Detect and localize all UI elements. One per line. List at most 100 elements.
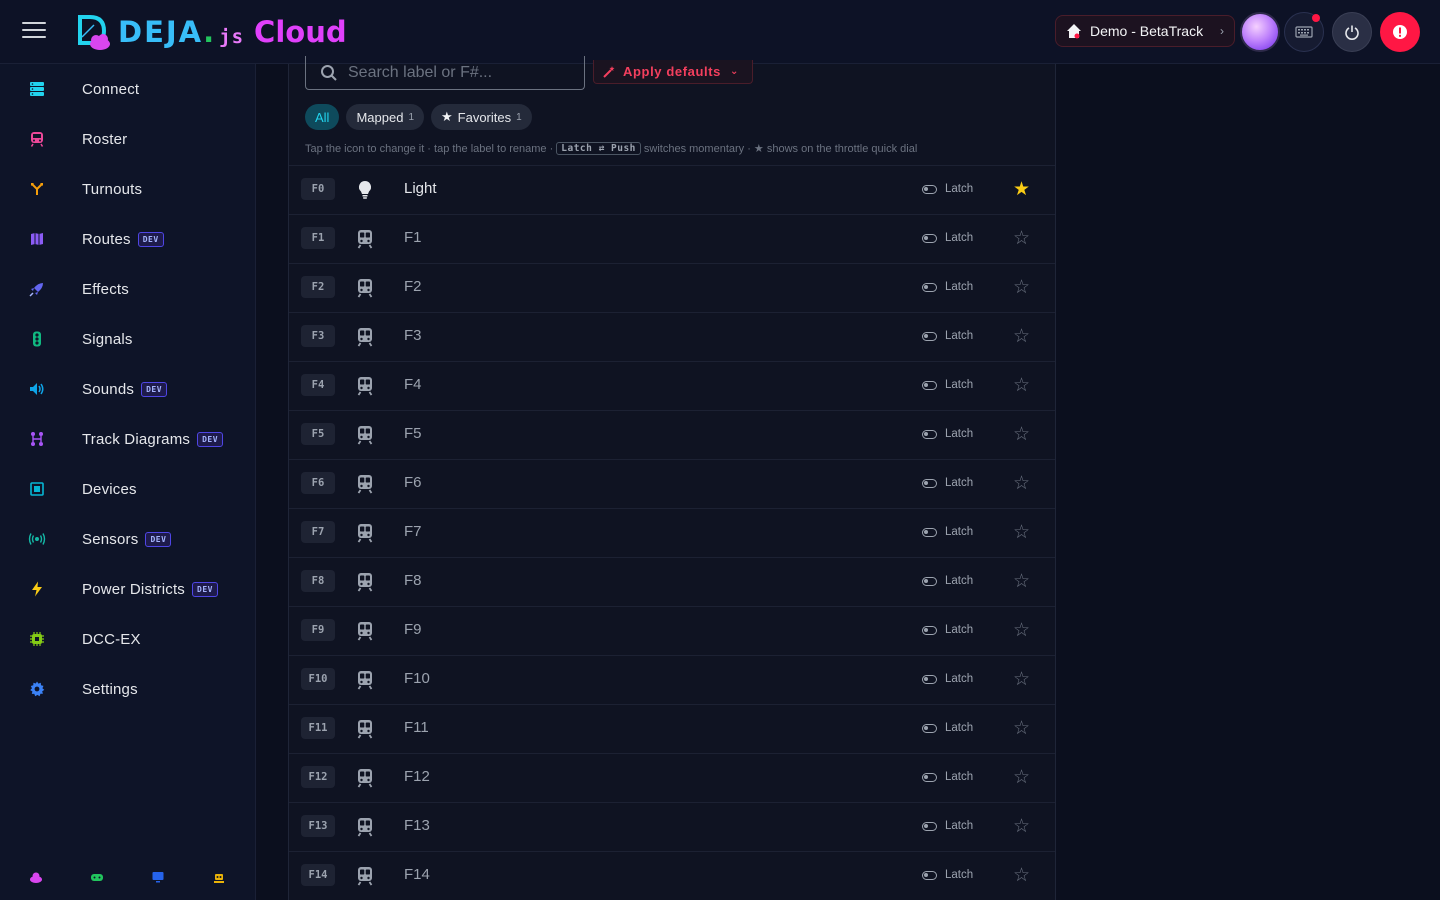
favorite-star-icon[interactable]: ☆ <box>1013 521 1030 544</box>
filter-mapped-chip[interactable]: Mapped 1 <box>346 104 424 130</box>
favorite-star-icon[interactable]: ☆ <box>1013 570 1030 593</box>
user-avatar[interactable] <box>1240 12 1280 52</box>
function-label[interactable]: F11 <box>404 719 429 736</box>
sidebar-item-signals[interactable]: Signals <box>0 314 256 364</box>
function-label[interactable]: Light <box>404 180 437 197</box>
train-icon[interactable] <box>356 572 374 592</box>
function-label[interactable]: F8 <box>404 572 422 589</box>
sidebar-item-power-districts[interactable]: Power Districts DEV <box>0 564 256 614</box>
latch-toggle[interactable]: Latch <box>922 575 973 587</box>
train-icon[interactable] <box>356 474 374 494</box>
favorite-star-icon[interactable]: ☆ <box>1013 472 1030 495</box>
sidebar-item-settings[interactable]: Settings <box>0 664 256 714</box>
emergency-stop-button[interactable] <box>1380 12 1420 52</box>
favorite-star-icon[interactable]: ☆ <box>1013 717 1030 740</box>
function-label[interactable]: F6 <box>404 474 422 491</box>
function-row[interactable]: F8 F8 Latch ☆ <box>289 557 1055 606</box>
filter-favorites-chip[interactable]: ★ Favorites 1 <box>431 104 532 130</box>
function-row[interactable]: F5 F5 Latch ☆ <box>289 410 1055 459</box>
train-icon[interactable] <box>356 229 374 249</box>
latch-toggle[interactable]: Latch <box>922 869 973 881</box>
latch-toggle[interactable]: Latch <box>922 820 973 832</box>
filter-all-chip[interactable]: All <box>305 104 340 130</box>
favorite-star-icon[interactable]: ☆ <box>1013 766 1030 789</box>
search-input[interactable]: Search label or F#... <box>305 56 585 90</box>
function-label[interactable]: F7 <box>404 523 422 540</box>
train-icon[interactable] <box>356 719 374 739</box>
cloud-icon[interactable] <box>29 870 43 884</box>
sidebar-item-connect[interactable]: Connect <box>0 64 256 114</box>
function-label[interactable]: F13 <box>404 817 430 834</box>
latch-toggle[interactable]: Latch <box>922 624 973 636</box>
favorite-star-icon[interactable]: ☆ <box>1013 668 1030 691</box>
sidebar-item-sounds[interactable]: Sounds DEV <box>0 364 256 414</box>
function-row[interactable]: F7 F7 Latch ☆ <box>289 508 1055 557</box>
favorite-star-icon[interactable]: ★ <box>1013 178 1030 201</box>
function-row[interactable]: F9 F9 Latch ☆ <box>289 606 1055 655</box>
function-label[interactable]: F12 <box>404 768 430 785</box>
favorite-star-icon[interactable]: ☆ <box>1013 864 1030 887</box>
function-row[interactable]: F1 F1 Latch ☆ <box>289 214 1055 263</box>
function-label[interactable]: F9 <box>404 621 422 638</box>
favorite-star-icon[interactable]: ☆ <box>1013 815 1030 838</box>
favorite-star-icon[interactable]: ☆ <box>1013 276 1030 299</box>
favorite-star-icon[interactable]: ☆ <box>1013 227 1030 250</box>
function-row[interactable]: F2 F2 Latch ☆ <box>289 263 1055 312</box>
train-icon[interactable] <box>356 425 374 445</box>
train-icon[interactable] <box>356 376 374 396</box>
function-label[interactable]: F14 <box>404 866 430 883</box>
latch-toggle[interactable]: Latch <box>922 379 973 391</box>
sidebar-item-devices[interactable]: Devices <box>0 464 256 514</box>
train-icon[interactable] <box>356 327 374 347</box>
latch-toggle[interactable]: Latch <box>922 722 973 734</box>
favorite-star-icon[interactable]: ☆ <box>1013 374 1030 397</box>
function-row[interactable]: F13 F13 Latch ☆ <box>289 802 1055 851</box>
train-icon[interactable] <box>356 278 374 298</box>
function-label[interactable]: F3 <box>404 327 422 344</box>
train-icon[interactable] <box>356 670 374 690</box>
latch-toggle[interactable]: Latch <box>922 183 973 195</box>
latch-toggle[interactable]: Latch <box>922 673 973 685</box>
sidebar-item-effects[interactable]: Effects <box>0 264 256 314</box>
function-label[interactable]: F5 <box>404 425 422 442</box>
latch-toggle[interactable]: Latch <box>922 232 973 244</box>
keyboard-button[interactable] <box>1284 12 1324 52</box>
train-icon[interactable] <box>356 621 374 641</box>
function-row[interactable]: F3 F3 Latch ☆ <box>289 312 1055 361</box>
robot-icon[interactable] <box>212 870 226 884</box>
function-label[interactable]: F1 <box>404 229 422 246</box>
layout-selector[interactable]: Demo - BetaTrack › <box>1055 15 1235 47</box>
function-row[interactable]: F12 F12 Latch ☆ <box>289 753 1055 802</box>
menu-icon[interactable] <box>22 22 46 42</box>
function-label[interactable]: F10 <box>404 670 430 687</box>
latch-toggle[interactable]: Latch <box>922 330 973 342</box>
gamepad-icon[interactable] <box>90 870 104 884</box>
latch-toggle[interactable]: Latch <box>922 477 973 489</box>
power-button[interactable] <box>1332 12 1372 52</box>
monitor-icon[interactable] <box>151 870 165 884</box>
sidebar-item-sensors[interactable]: Sensors DEV <box>0 514 256 564</box>
favorite-star-icon[interactable]: ☆ <box>1013 325 1030 348</box>
latch-toggle[interactable]: Latch <box>922 526 973 538</box>
train-icon[interactable] <box>356 866 374 886</box>
function-row[interactable]: F10 F10 Latch ☆ <box>289 655 1055 704</box>
latch-toggle[interactable]: Latch <box>922 771 973 783</box>
sidebar-item-turnouts[interactable]: Turnouts <box>0 164 256 214</box>
app-logo[interactable]: DEJA. js Cloud <box>76 12 347 52</box>
function-row[interactable]: F4 F4 Latch ☆ <box>289 361 1055 410</box>
function-row[interactable]: F11 F11 Latch ☆ <box>289 704 1055 753</box>
function-label[interactable]: F2 <box>404 278 422 295</box>
latch-toggle[interactable]: Latch <box>922 428 973 440</box>
apply-defaults-button[interactable]: Apply defaults ⌄ <box>593 60 753 84</box>
train-icon[interactable] <box>356 817 374 837</box>
function-row[interactable]: F6 F6 Latch ☆ <box>289 459 1055 508</box>
function-row[interactable]: F0 Light Latch ★ <box>289 165 1055 214</box>
lightbulb-icon[interactable] <box>356 180 374 200</box>
train-icon[interactable] <box>356 523 374 543</box>
sidebar-item-track-diagrams[interactable]: Track Diagrams DEV <box>0 414 256 464</box>
favorite-star-icon[interactable]: ☆ <box>1013 619 1030 642</box>
latch-toggle[interactable]: Latch <box>922 281 973 293</box>
sidebar-item-dcc-ex[interactable]: DCC-EX <box>0 614 256 664</box>
train-icon[interactable] <box>356 768 374 788</box>
sidebar-item-routes[interactable]: Routes DEV <box>0 214 256 264</box>
